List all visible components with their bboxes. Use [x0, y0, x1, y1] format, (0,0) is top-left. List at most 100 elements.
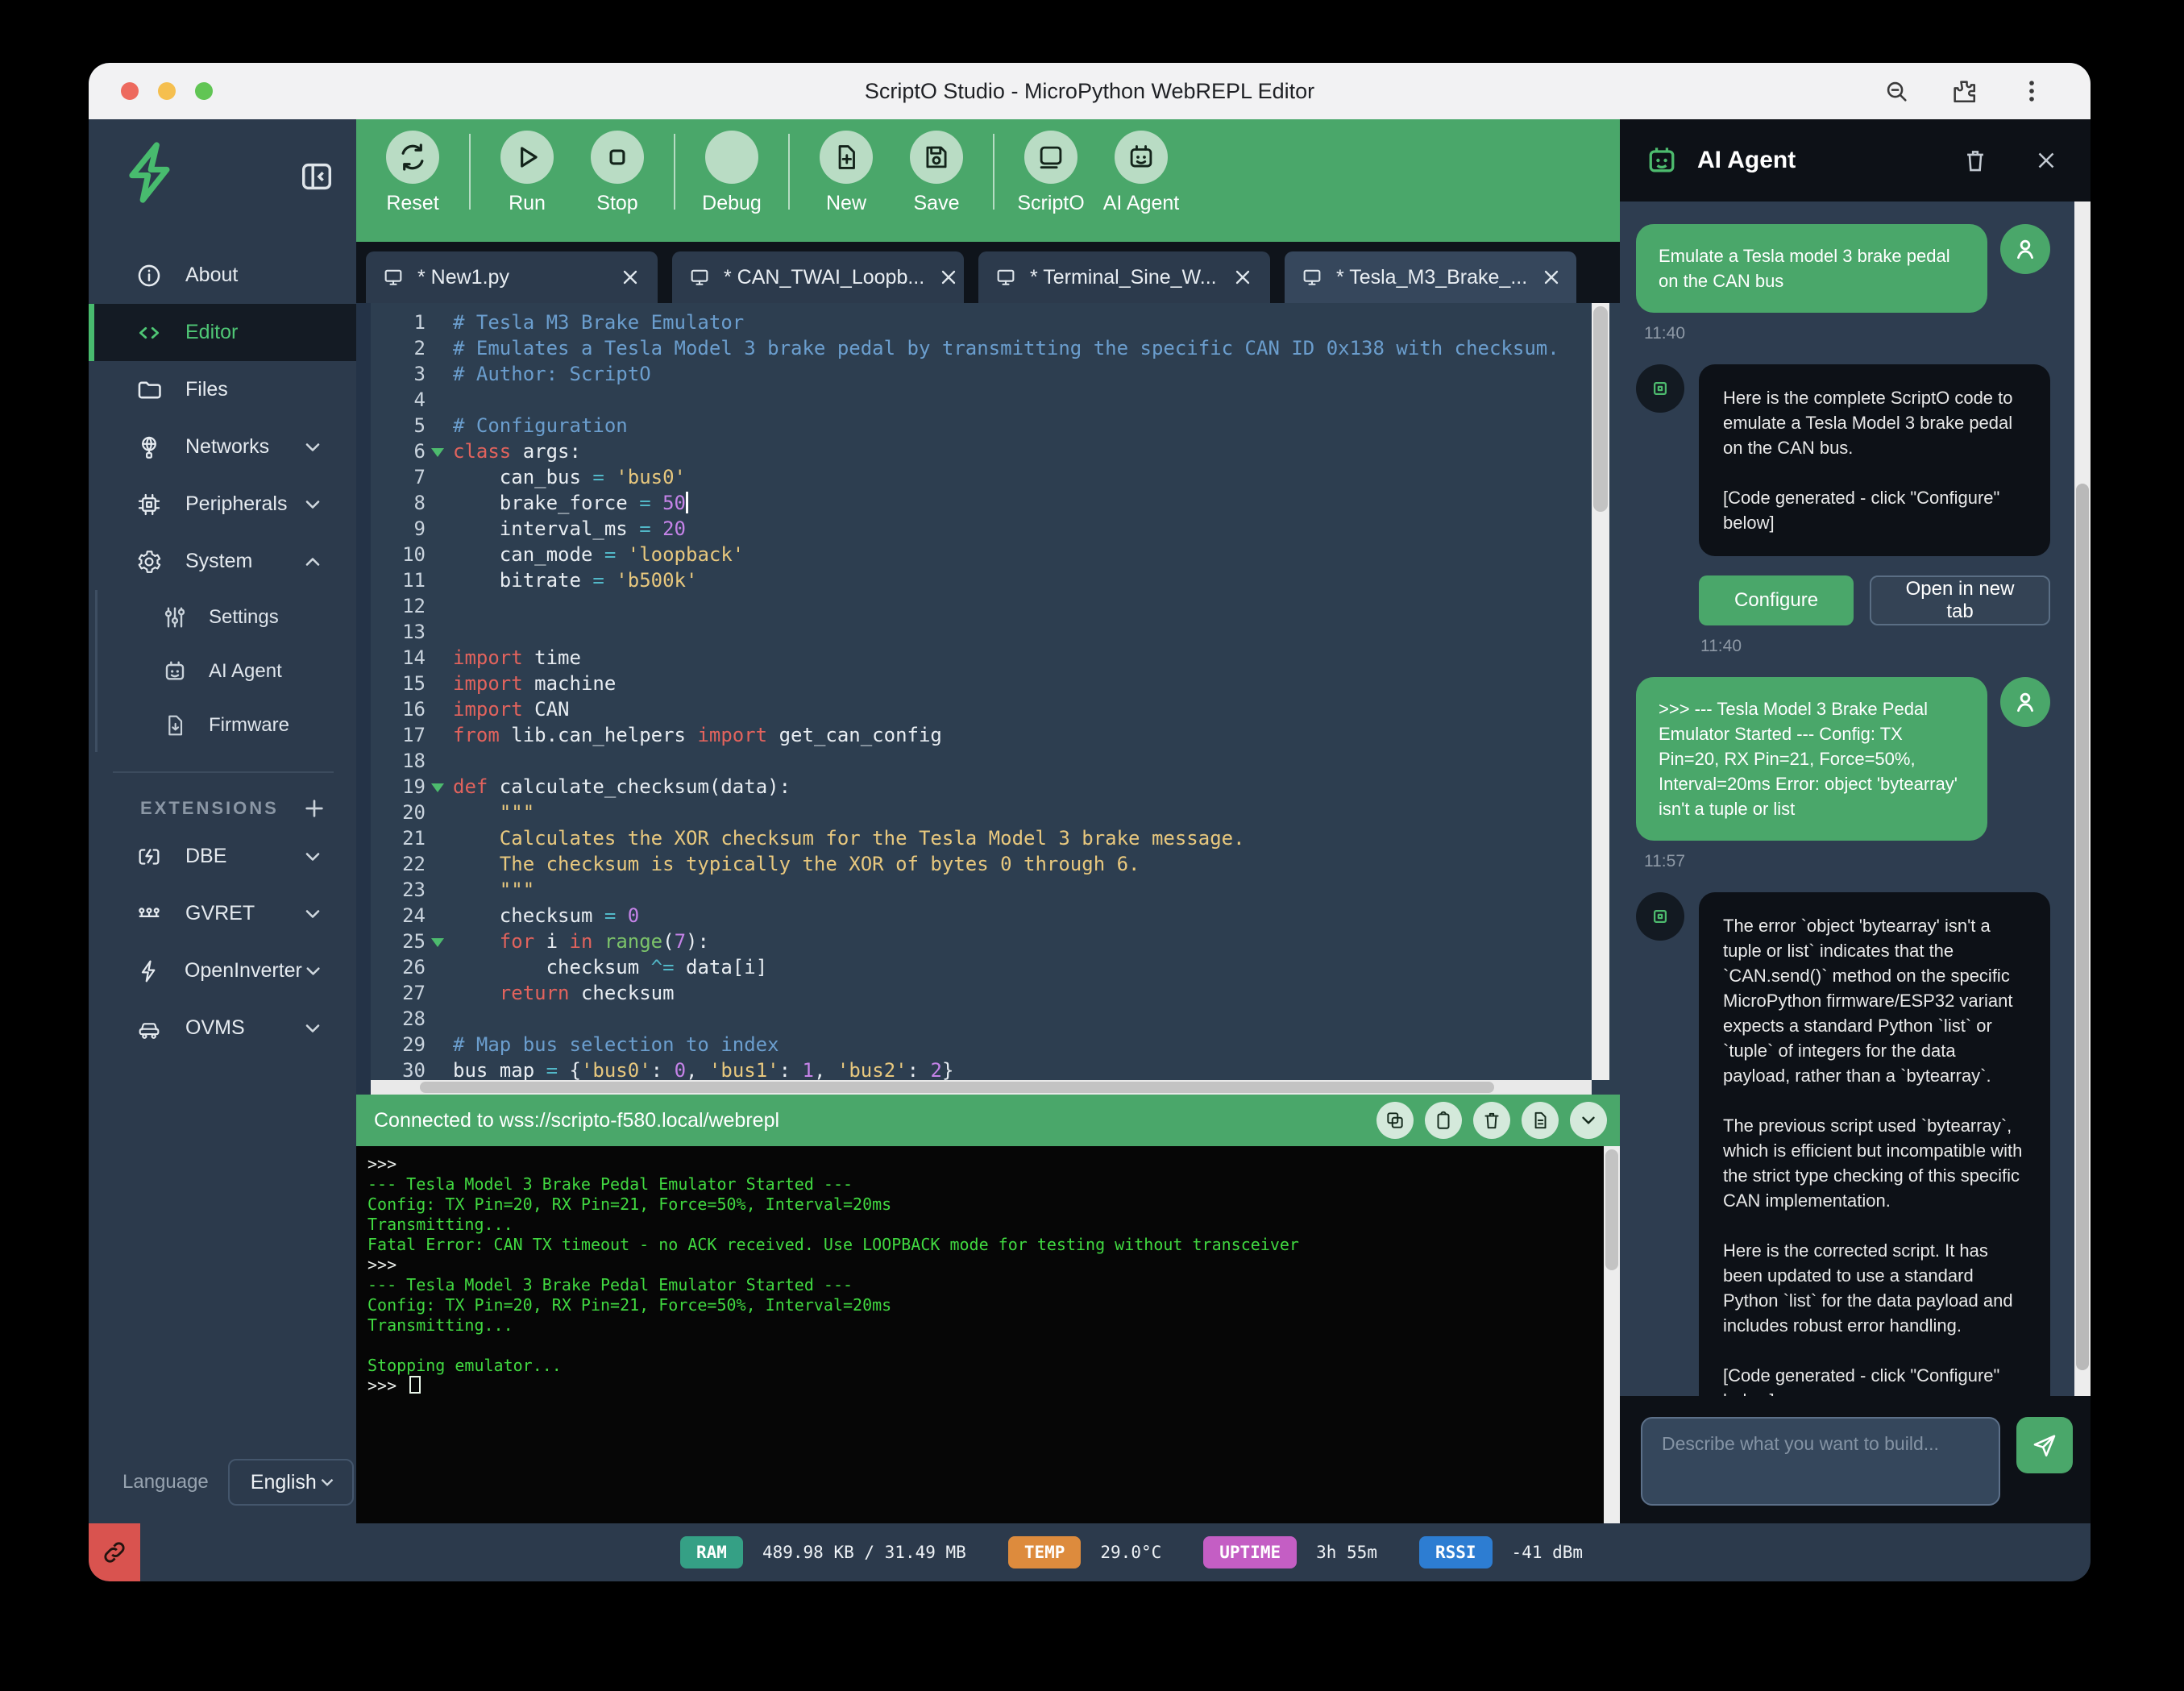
run-button[interactable]: Run: [482, 131, 572, 215]
toolbar-button-label: Stop: [596, 192, 637, 215]
code-line: 12: [356, 593, 1591, 619]
sidebar-item-files[interactable]: Files: [89, 361, 356, 418]
line-number: 13: [356, 619, 430, 645]
editor-vertical-scrollbar[interactable]: [1592, 303, 1609, 1080]
configure-button[interactable]: Configure: [1699, 575, 1854, 625]
file-plus-icon: [820, 131, 873, 184]
sidebar-extension-dbe[interactable]: DBE: [89, 828, 356, 885]
code-editor[interactable]: 1# Tesla M3 Brake Emulator2# Emulates a …: [356, 303, 1620, 1095]
message-bubble: >>> --- Tesla Model 3 Brake Pedal Emulat…: [1636, 677, 1987, 841]
terminal-output-line: [367, 1336, 1596, 1356]
titlebar: ScriptO Studio - MicroPython WebREPL Edi…: [89, 63, 2091, 119]
sidebar-item-networks[interactable]: Networks: [89, 418, 356, 476]
clipboard-icon: [1433, 1110, 1454, 1131]
sidebar-collapse-icon[interactable]: [298, 158, 335, 195]
reset-icon: [386, 131, 439, 184]
repl-copy-button[interactable]: [1376, 1102, 1414, 1139]
user-avatar: [2000, 224, 2050, 274]
sidebar-item-peripherals[interactable]: Peripherals: [89, 476, 356, 533]
badge-value: 29.0°C: [1100, 1543, 1161, 1562]
play-icon: [512, 142, 542, 172]
stop-button[interactable]: Stop: [572, 131, 662, 215]
sidebar-subitem-settings[interactable]: Settings: [98, 590, 356, 644]
terminal-scrollbar[interactable]: [1604, 1146, 1620, 1523]
save-button[interactable]: Save: [891, 131, 982, 215]
status-badge-temp: TEMP29.0°C: [1008, 1536, 1161, 1568]
repl-log-button[interactable]: [1522, 1102, 1559, 1139]
repl-terminal[interactable]: >>>--- Tesla Model 3 Brake Pedal Emulato…: [356, 1146, 1620, 1523]
repl-collapse-button[interactable]: [1570, 1102, 1607, 1139]
minimize-window-button[interactable]: [158, 82, 176, 100]
sidebar-item-system[interactable]: System: [89, 533, 356, 590]
line-number: 2: [356, 335, 430, 361]
extension-label: OVMS: [185, 1016, 245, 1040]
assistant-message: Here is the complete ScriptO code to emu…: [1636, 364, 2050, 556]
extensions-button[interactable]: [1950, 77, 1978, 105]
close-tab-icon[interactable]: [619, 266, 641, 289]
close-tab-icon[interactable]: [1231, 266, 1254, 289]
terminal-output-line: --- Tesla Model 3 Brake Pedal Emulator S…: [367, 1275, 1596, 1295]
repl-toolbar: [1376, 1102, 1607, 1139]
sidebar-extension-gvret[interactable]: GVRET: [89, 885, 356, 942]
message-timestamp: 11:40: [1644, 324, 2050, 343]
editor-horizontal-scrollbar[interactable]: [371, 1080, 1592, 1095]
close-window-button[interactable]: [121, 82, 139, 100]
fold-arrow-icon[interactable]: [431, 783, 444, 792]
reset-button[interactable]: Reset: [367, 131, 458, 215]
new-button[interactable]: New: [801, 131, 891, 215]
line-number: 22: [356, 851, 430, 877]
tab-3[interactable]: * Terminal_Sine_W...: [978, 251, 1270, 303]
toolbar-button-label: New: [826, 192, 866, 215]
zoom-out-button[interactable]: [1883, 77, 1910, 105]
tab-2[interactable]: * CAN_TWAI_Loopb...: [672, 251, 964, 303]
code-line: 22 The checksum is typically the XOR of …: [356, 851, 1591, 877]
chat-scrollbar[interactable]: [2074, 202, 2091, 1396]
sidebar-item-about[interactable]: About: [89, 247, 356, 304]
tab-4[interactable]: * Tesla_M3_Brake_...: [1285, 251, 1576, 303]
repl-paste-button[interactable]: [1425, 1102, 1462, 1139]
save-icon: [921, 142, 952, 172]
sidebar-extension-openinverter[interactable]: OpenInverter: [89, 942, 356, 999]
ai-input-area: [1620, 1396, 2091, 1523]
close-tab-icon[interactable]: [937, 266, 960, 289]
nodes-icon: [135, 900, 163, 928]
clear-chat-trash-icon[interactable]: [1962, 147, 1989, 174]
battery-icon: [135, 843, 163, 870]
sidebar-subitem-firmware[interactable]: Firmware: [98, 698, 356, 752]
sidebar-subitem-ai-agent[interactable]: AI Agent: [98, 644, 356, 698]
code-line: 19def calculate_checksum(data):: [356, 774, 1591, 800]
ai-agent-button[interactable]: AI Agent: [1096, 131, 1186, 215]
fold-arrow-icon[interactable]: [431, 938, 444, 947]
chevron-down-icon: [301, 846, 324, 868]
language-select[interactable]: English: [228, 1459, 354, 1506]
add-extension-button[interactable]: [301, 796, 327, 821]
line-number: 8: [356, 490, 430, 516]
file-text-icon: [1530, 1110, 1551, 1131]
repl-clear-button[interactable]: [1473, 1102, 1510, 1139]
message-bubble: Emulate a Tesla model 3 brake pedal on t…: [1636, 224, 1987, 313]
bot-square-icon: [1648, 376, 1672, 401]
scripto-button[interactable]: ScriptO: [1006, 131, 1096, 215]
titlebar-icons: [1883, 63, 2045, 119]
close-tab-icon[interactable]: [1540, 266, 1563, 289]
sidebar-item-editor[interactable]: Editor: [89, 304, 356, 361]
tab-1[interactable]: * New1.py: [366, 251, 658, 303]
ai-prompt-input[interactable]: [1641, 1417, 2000, 1506]
fold-arrow-icon[interactable]: [431, 448, 444, 457]
toolbar-button-label: Debug: [702, 192, 762, 215]
sidebar-extension-ovms[interactable]: OVMS: [89, 999, 356, 1057]
code-line: 21 Calculates the XOR checksum for the T…: [356, 825, 1591, 851]
chip-icon: [135, 491, 163, 518]
menu-button[interactable]: [2018, 77, 2045, 105]
debug-button[interactable]: Debug: [687, 131, 777, 215]
badge-label: RSSI: [1419, 1536, 1493, 1568]
app-window: ScriptO Studio - MicroPython WebREPL Edi…: [89, 63, 2091, 1581]
code-line: 15import machine: [356, 671, 1591, 696]
maximize-window-button[interactable]: [195, 82, 213, 100]
send-button[interactable]: [2016, 1417, 2073, 1473]
message-timestamp: 11:57: [1644, 852, 2050, 871]
close-panel-icon[interactable]: [2032, 147, 2060, 174]
open-in-new-tab-button[interactable]: Open in new tab: [1870, 575, 2050, 625]
connection-link-button[interactable]: [89, 1523, 140, 1581]
code-line: 16import CAN: [356, 696, 1591, 722]
